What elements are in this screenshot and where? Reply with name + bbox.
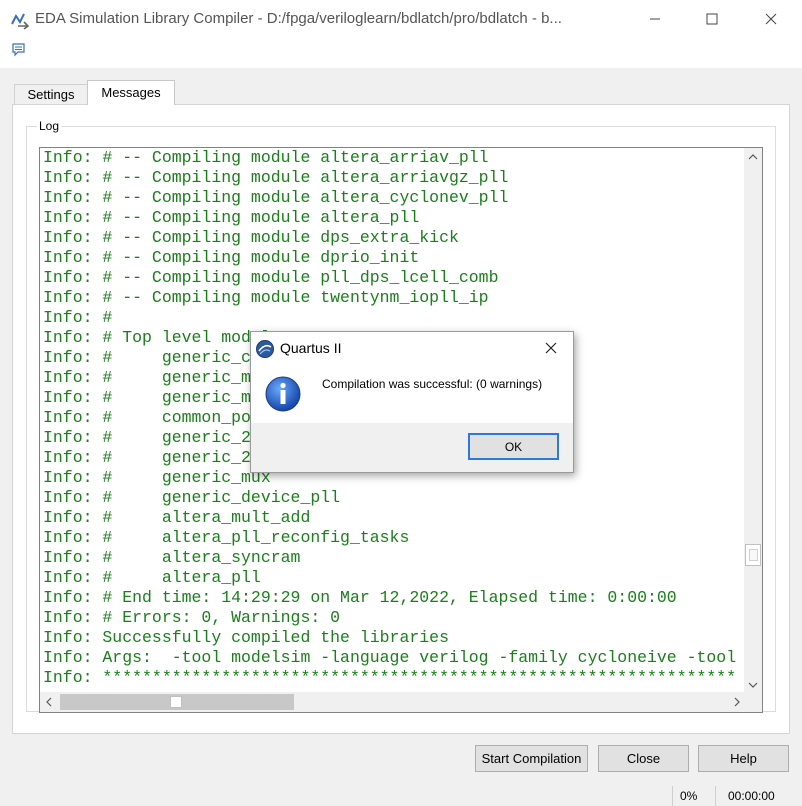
log-line: Info: # -- Compiling module twentynm_iop… [43, 288, 489, 307]
start-compilation-button[interactable]: Start Compilation [475, 745, 588, 772]
elapsed-time: 00:00:00 [728, 789, 775, 803]
log-line: Info: # -- Compiling module altera_pll [43, 208, 420, 227]
log-line: Info: # -- Compiling module dprio_init [43, 248, 420, 267]
log-line: Info: # altera_pll_reconfig_tasks [43, 528, 410, 547]
quartus-icon [255, 339, 275, 359]
log-group-label: Log [37, 119, 62, 133]
dialog-message: Compilation was successful: (0 warnings) [322, 377, 543, 391]
help-button[interactable]: Help [698, 745, 789, 772]
maximize-button[interactable] [689, 0, 735, 38]
ok-button[interactable]: OK [468, 433, 559, 460]
log-line: Info: **********************************… [43, 668, 737, 687]
log-line: Info: # generic_device_pll [43, 488, 341, 507]
close-button[interactable]: Close [598, 745, 689, 772]
progress-percent: 0% [680, 789, 698, 803]
quartus-dialog: Quartus II Compilation was successful: (… [250, 331, 574, 473]
message-icon[interactable] [10, 42, 28, 58]
status-divider [715, 786, 716, 806]
log-line: Info: # [43, 308, 113, 327]
minimize-button[interactable] [632, 0, 678, 38]
log-line: Info: # -- Compiling module dps_extra_ki… [43, 228, 459, 247]
info-icon [265, 376, 301, 412]
scroll-left-icon[interactable] [40, 692, 58, 712]
status-divider [672, 786, 673, 806]
log-line: Info: Successfully compiled the librarie… [43, 628, 449, 647]
dialog-footer: OK [251, 423, 573, 472]
scroll-up-icon[interactable] [744, 148, 762, 166]
horizontal-scroll-thumb[interactable] [60, 694, 294, 710]
eda-compiler-icon [10, 10, 32, 30]
scroll-corner [744, 692, 762, 712]
vertical-scrollbar[interactable] [744, 148, 762, 694]
log-line: Info: # altera_syncram [43, 548, 301, 567]
toolbar [0, 38, 802, 68]
vertical-scroll-thumb[interactable] [745, 544, 761, 566]
window-title: EDA Simulation Library Compiler - D:/fpg… [35, 10, 562, 27]
log-line: Info: # -- Compiling module altera_cyclo… [43, 188, 509, 207]
tab-messages[interactable]: Messages [87, 80, 175, 105]
title-bar: EDA Simulation Library Compiler - D:/fpg… [0, 0, 802, 38]
dialog-title-bar: Quartus II [251, 332, 573, 364]
tab-settings[interactable]: Settings [14, 84, 88, 105]
horizontal-scrollbar[interactable] [40, 692, 746, 712]
log-line: Info: # -- Compiling module pll_dps_lcel… [43, 268, 499, 287]
log-line: Info: # Errors: 0, Warnings: 0 [43, 608, 341, 627]
log-line: Info: # altera_pll [43, 568, 261, 587]
log-line: Info: # altera_mult_add [43, 508, 311, 527]
status-bar: 0% 00:00:00 [0, 784, 802, 806]
close-window-button[interactable] [748, 0, 794, 38]
log-line: Info: # -- Compiling module altera_arria… [43, 168, 509, 187]
log-line: Info: Args: -tool modelsim -language ver… [43, 648, 737, 667]
log-line: Info: # End time: 14:29:29 on Mar 12,202… [43, 588, 677, 607]
dialog-close-icon[interactable] [531, 332, 571, 364]
dialog-title: Quartus II [280, 340, 342, 356]
log-line: Info: # -- Compiling module altera_arria… [43, 148, 489, 167]
